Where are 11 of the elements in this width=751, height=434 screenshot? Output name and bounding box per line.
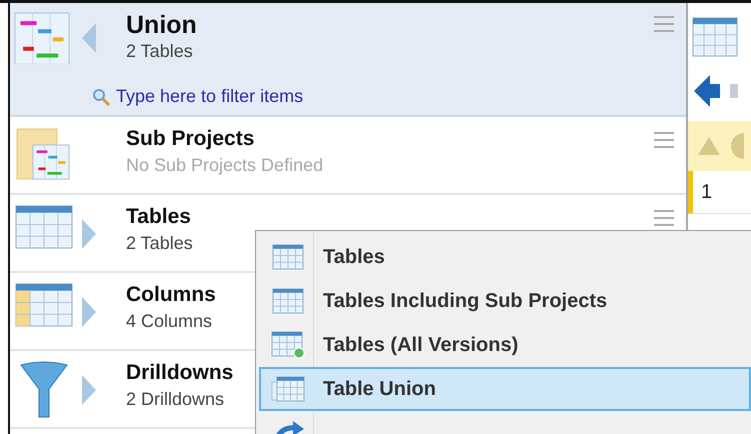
section-title: Drilldowns (126, 361, 234, 385)
section-subtitle: 4 Columns (126, 311, 212, 332)
project-subtitle: 2 Tables (126, 41, 194, 62)
section-subtitle: 2 Tables (126, 233, 193, 254)
section-subtitle: No Sub Projects Defined (126, 155, 324, 176)
section-title: Columns (126, 283, 216, 307)
section-title: Tables (126, 205, 191, 229)
project-title: Union (126, 11, 198, 40)
section-title: Sub Projects (126, 127, 254, 151)
section-subtitle: 2 Drilldowns (126, 389, 224, 410)
row-number: 1 (701, 180, 712, 204)
